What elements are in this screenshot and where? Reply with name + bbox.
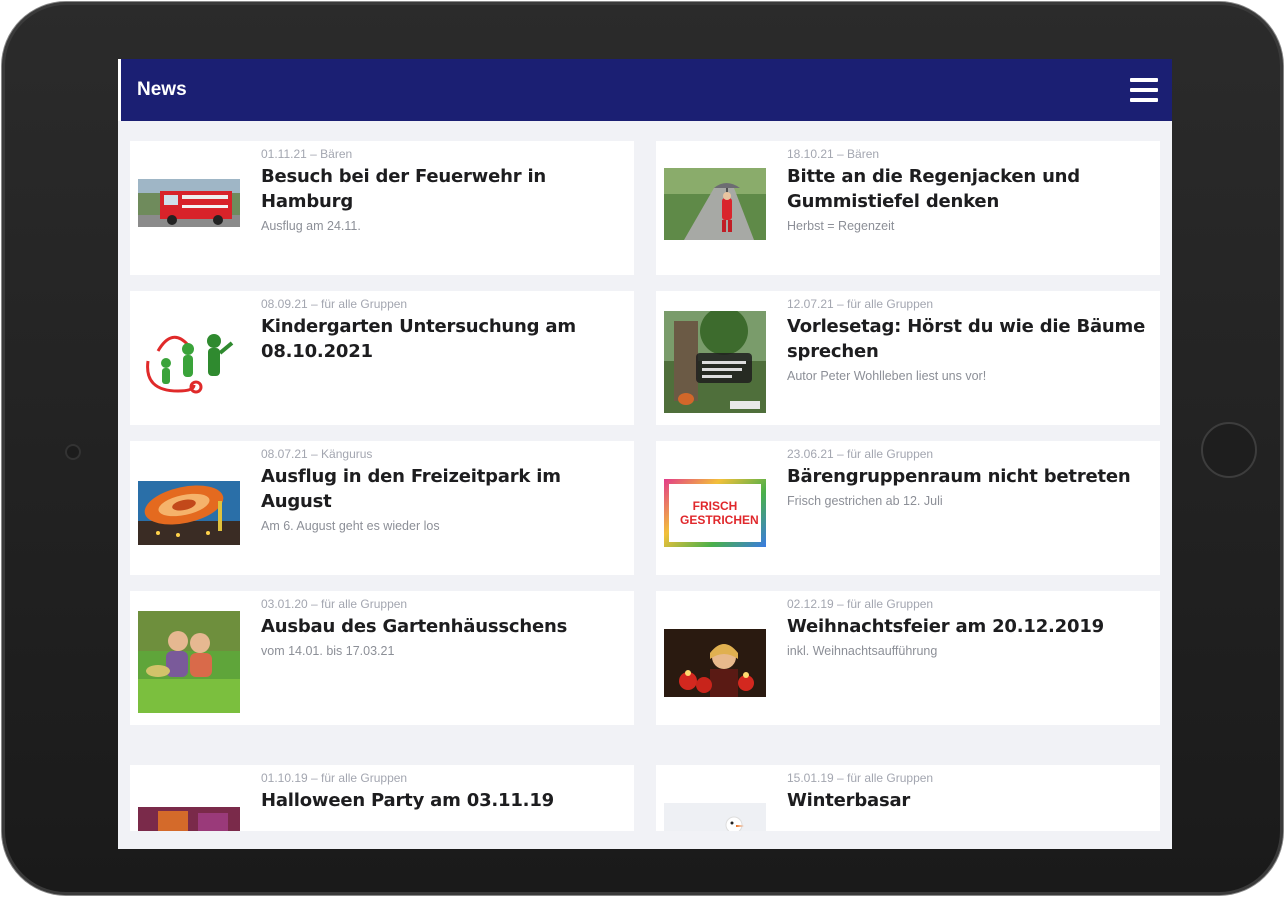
news-meta: 01.10.19 – für alle Gruppen <box>261 771 408 785</box>
news-card-text: 01.10.19 – für alle Gruppen Halloween Pa… <box>261 771 622 818</box>
news-meta: 15.01.19 – für alle Gruppen <box>787 771 934 785</box>
news-meta: 08.07.21 – Kängurus <box>261 447 373 461</box>
app-header: News <box>118 59 1172 121</box>
news-card[interactable]: 01.11.21 – Bären Besuch bei der Feuerweh… <box>130 141 634 275</box>
news-meta: 18.10.21 – Bären <box>787 147 880 161</box>
news-card-text: 23.06.21 – für alle Gruppen Bärengruppen… <box>787 447 1148 509</box>
amusement-ride-photo <box>138 481 240 545</box>
news-subtitle: inkl. Weihnachtsaufführung <box>787 644 938 658</box>
news-title[interactable]: Ausbau des Gartenhäusschens <box>261 614 622 639</box>
stethoscope-kids-illustration <box>138 321 240 397</box>
news-meta: 08.09.21 – für alle Gruppen <box>261 297 408 311</box>
girl-candles-photo <box>664 629 766 697</box>
news-meta: 23.06.21 – für alle Gruppen <box>787 447 934 461</box>
news-card-text: 01.11.21 – Bären Besuch bei der Feuerweh… <box>261 147 622 234</box>
news-card-text: 12.07.21 – für alle Gruppen Vorlesetag: … <box>787 297 1148 384</box>
news-title[interactable]: Besuch bei der Feuerwehr in Hamburg <box>261 164 622 214</box>
news-card[interactable]: 15.01.19 – für alle Gruppen Winterbasar <box>656 765 1160 831</box>
news-subtitle: Autor Peter Wohlleben liest uns vor! <box>787 369 987 383</box>
news-title[interactable]: Halloween Party am 03.11.19 <box>261 788 622 813</box>
fire-truck-photo <box>138 179 240 227</box>
news-meta: 01.11.21 – Bären <box>261 147 353 161</box>
news-card-text: 08.07.21 – Kängurus Ausflug in den Freiz… <box>261 447 622 534</box>
news-subtitle: Frisch gestrichen ab 12. Juli <box>787 494 943 508</box>
app-screen: News 01.11.21 – Bären Besuch bei der Feu… <box>118 59 1172 849</box>
home-button[interactable] <box>1201 422 1257 478</box>
news-subtitle: vom 14.01. bis 17.03.21 <box>261 644 395 658</box>
news-meta: 12.07.21 – für alle Gruppen <box>787 297 934 311</box>
book-cover-trees <box>664 311 766 413</box>
news-title[interactable]: Bitte an die Regenjacken und Gummistiefe… <box>787 164 1148 214</box>
sign-text: FRISCH GESTRICHEN <box>680 499 759 527</box>
news-card-text: 02.12.19 – für alle Gruppen Weihnachtsfe… <box>787 597 1148 659</box>
news-card-text: 08.09.21 – für alle Gruppen Kindergarten… <box>261 297 622 369</box>
news-grid-last-row: 01.10.19 – für alle Gruppen Halloween Pa… <box>130 765 1162 831</box>
news-card[interactable]: 01.10.19 – für alle Gruppen Halloween Pa… <box>130 765 634 831</box>
page-title: News <box>137 79 187 100</box>
news-card[interactable]: 12.07.21 – für alle Gruppen Vorlesetag: … <box>656 291 1160 425</box>
news-card-text: 15.01.19 – für alle Gruppen Winterbasar <box>787 771 1148 818</box>
news-title[interactable]: Weihnachtsfeier am 20.12.2019 <box>787 614 1148 639</box>
news-title[interactable]: Ausflug in den Freizeitpark im August <box>261 464 622 514</box>
child-rain-umbrella-photo <box>664 168 766 240</box>
news-subtitle: Am 6. August geht es wieder los <box>261 519 440 533</box>
news-subtitle: Herbst = Regenzeit <box>787 219 895 233</box>
halloween-photo <box>138 807 240 831</box>
tablet-frame: News 01.11.21 – Bären Besuch bei der Feu… <box>2 2 1283 895</box>
news-title[interactable]: Bärengruppenraum nicht betreten <box>787 464 1148 489</box>
news-title[interactable]: Kindergarten Untersuchung am 08.10.2021 <box>261 314 622 364</box>
news-card-text: 03.01.20 – für alle Gruppen Ausbau des G… <box>261 597 622 659</box>
camera-icon <box>65 444 81 460</box>
news-card[interactable]: FRISCH GESTRICHEN 23.06.21 – für alle Gr… <box>656 441 1160 575</box>
news-card[interactable]: 08.07.21 – Kängurus Ausflug in den Freiz… <box>130 441 634 575</box>
news-title[interactable]: Vorlesetag: Hörst du wie die Bäume sprec… <box>787 314 1148 364</box>
news-card[interactable]: 03.01.20 – für alle Gruppen Ausbau des G… <box>130 591 634 725</box>
news-card[interactable]: 18.10.21 – Bären Bitte an die Regenjacke… <box>656 141 1160 275</box>
news-meta: 03.01.20 – für alle Gruppen <box>261 597 408 611</box>
news-grid: 01.11.21 – Bären Besuch bei der Feuerweh… <box>130 141 1162 725</box>
children-garden-photo <box>138 611 240 713</box>
news-card[interactable]: 08.09.21 – für alle Gruppen Kindergarten… <box>130 291 634 425</box>
news-title[interactable]: Winterbasar <box>787 788 1148 813</box>
news-meta: 02.12.19 – für alle Gruppen <box>787 597 934 611</box>
snowman-photo <box>664 803 766 831</box>
frisch-gestrichen-sign: FRISCH GESTRICHEN <box>664 479 766 547</box>
news-card[interactable]: 02.12.19 – für alle Gruppen Weihnachtsfe… <box>656 591 1160 725</box>
news-subtitle: Ausflug am 24.11. <box>261 219 361 233</box>
hamburger-menu-icon[interactable] <box>1130 76 1158 104</box>
news-card-text: 18.10.21 – Bären Bitte an die Regenjacke… <box>787 147 1148 234</box>
